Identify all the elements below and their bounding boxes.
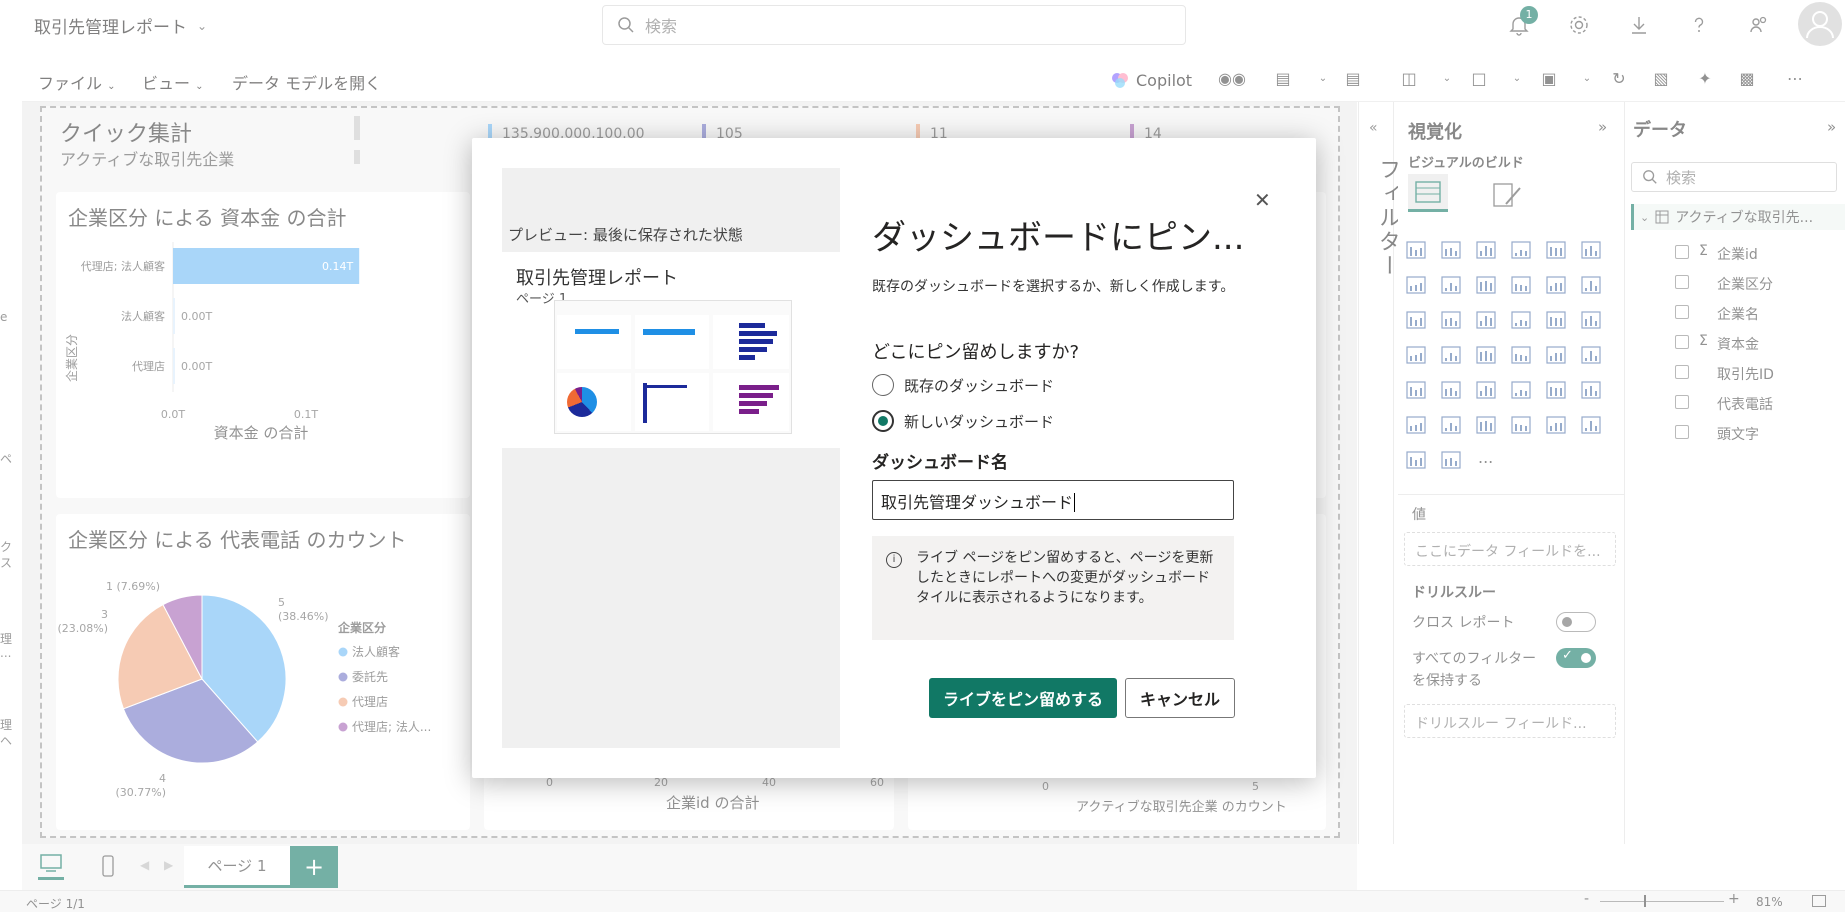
option-new-label: 新しいダッシュボード xyxy=(904,412,1055,431)
radio-button[interactable] xyxy=(872,374,894,396)
preview-caption: プレビュー: 最後に保存された状態 xyxy=(508,226,743,244)
text-cursor xyxy=(1074,493,1076,512)
info-icon: i xyxy=(886,552,902,568)
mini-card xyxy=(557,315,631,369)
preview-thumbnail: 取引先管理レポート ページ 1 xyxy=(502,252,840,448)
option-new-dashboard[interactable]: 新しいダッシュボード xyxy=(872,410,1054,432)
option-existing-label: 既存のダッシュボード xyxy=(904,376,1055,395)
mini-card xyxy=(557,373,631,431)
pin-to-dashboard-dialog: プレビュー: 最後に保存された状態 取引先管理レポート ページ 1 ✕ ダッシュ… xyxy=(472,138,1316,778)
option-existing-dashboard[interactable]: 既存のダッシュボード xyxy=(872,374,1054,396)
close-icon[interactable]: ✕ xyxy=(1254,188,1271,212)
cancel-button[interactable]: キャンセル xyxy=(1125,678,1235,718)
preview-pane: プレビュー: 最後に保存された状態 取引先管理レポート ページ 1 xyxy=(502,168,840,748)
dialog-description: 既存のダッシュボードを選択するか、新しく作成します。 xyxy=(872,279,1235,295)
pin-live-button[interactable]: ライブをピン留めする xyxy=(929,678,1117,718)
mini-card xyxy=(713,373,789,431)
preview-report-title: 取引先管理レポート xyxy=(516,268,678,289)
radio-button-selected[interactable] xyxy=(872,410,894,432)
preview-mini-report xyxy=(554,300,792,434)
dashboard-name-input[interactable]: 取引先管理ダッシュボード xyxy=(872,480,1234,520)
info-text: ライブ ページをピン留めすると、ページを更新したときにレポートへの変更がダッシュ… xyxy=(916,550,1214,606)
dialog-title: ダッシュボードにピン... xyxy=(872,218,1245,258)
mini-card xyxy=(635,373,709,431)
dashboard-name-value: 取引先管理ダッシュボード xyxy=(881,493,1074,512)
info-message: i ライブ ページをピン留めすると、ページを更新したときにレポートへの変更がダッ… xyxy=(872,536,1234,640)
dashboard-name-label: ダッシュボード名 xyxy=(872,453,1008,473)
pin-location-label: どこにピン留めしますか? xyxy=(872,342,1080,363)
mini-card xyxy=(713,315,789,369)
mini-card xyxy=(635,315,709,369)
